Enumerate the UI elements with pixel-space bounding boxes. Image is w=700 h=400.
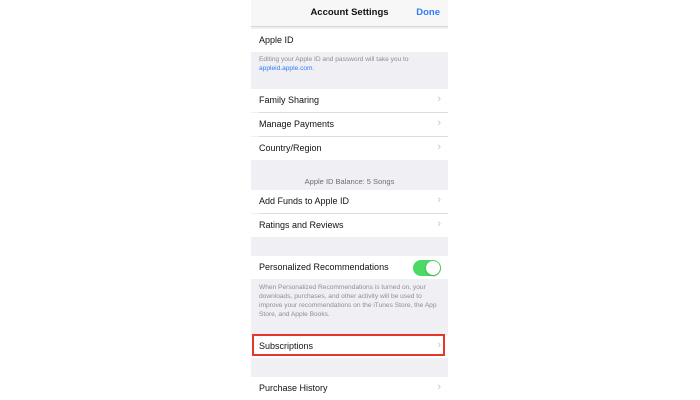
chevron-right-icon: › [437, 117, 441, 129]
subscriptions-row[interactable]: Subscriptions › [251, 335, 448, 358]
apple-id-balance-header: Apple ID Balance: 5 Songs [304, 177, 395, 186]
personalized-recommendations-toggle[interactable] [413, 260, 441, 276]
ratings-reviews-row[interactable]: Ratings and Reviews › [251, 214, 448, 237]
chevron-right-icon: › [437, 381, 441, 393]
manage-payments-label: Manage Payments [259, 119, 335, 129]
country-region-label: Country/Region [259, 143, 322, 153]
navigation-bar: Account Settings Done [251, 0, 448, 27]
toggle-knob [426, 261, 440, 275]
apple-id-label: Apple ID [259, 35, 294, 45]
apple-id-row[interactable]: Apple ID [251, 29, 448, 52]
subscriptions-label: Subscriptions [259, 341, 314, 351]
apple-id-footer: Editing your Apple ID and password will … [259, 55, 441, 73]
chevron-right-icon: › [437, 141, 441, 153]
family-sharing-label: Family Sharing [259, 95, 320, 105]
chevron-right-icon: › [437, 218, 441, 230]
country-region-row[interactable]: Country/Region › [251, 137, 448, 160]
recommendations-footer: When Personalized Recommendations is tur… [259, 284, 437, 318]
chevron-right-icon: › [437, 194, 441, 206]
purchase-history-label: Purchase History [259, 383, 328, 393]
apple-id-footer-text: Editing your Apple ID and password will … [259, 56, 409, 63]
purchase-history-row[interactable]: Purchase History › [251, 377, 448, 400]
family-sharing-row[interactable]: Family Sharing › [251, 89, 448, 112]
chevron-right-icon: › [437, 93, 441, 105]
manage-payments-row[interactable]: Manage Payments › [251, 113, 448, 136]
add-funds-row[interactable]: Add Funds to Apple ID › [251, 190, 448, 213]
chevron-right-icon: › [437, 339, 441, 351]
add-funds-label: Add Funds to Apple ID [259, 196, 350, 206]
apple-id-footer-end: . [312, 65, 315, 72]
ratings-reviews-label: Ratings and Reviews [259, 220, 344, 230]
personalized-recommendations-label: Personalized Recommendations [259, 262, 389, 272]
appleid-link[interactable]: appleid.apple.com [259, 65, 313, 72]
phone-screen: Account Settings Done Apple ID Editing y… [251, 0, 448, 400]
personalized-recommendations-row: Personalized Recommendations [251, 256, 448, 279]
done-button[interactable]: Done [416, 7, 440, 18]
